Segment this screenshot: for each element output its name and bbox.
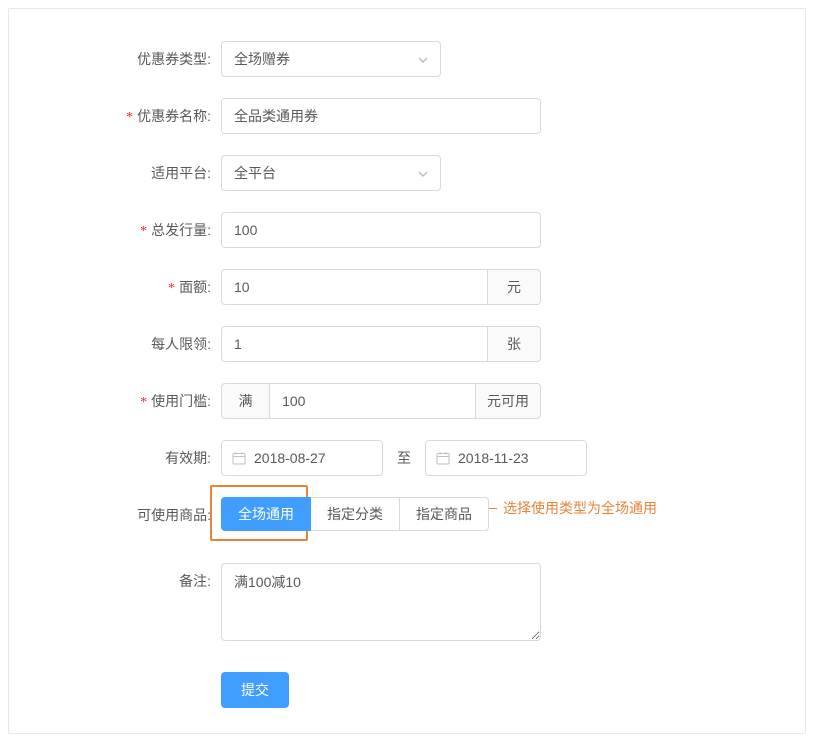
row-validity: 有效期: 2018-08-27 至 2018-11-23 [33,440,781,476]
group-threshold: 满 元可用 [221,383,541,419]
date-end-input[interactable]: 2018-11-23 [425,440,587,476]
addon-yuankeyong: 元可用 [475,383,541,419]
date-end-value: 2018-11-23 [458,450,529,466]
submit-button[interactable]: 提交 [221,672,289,708]
row-threshold: *使用门槛: 满 元可用 [33,383,781,419]
select-value: 全平台 [234,163,276,183]
date-start-input[interactable]: 2018-08-27 [221,440,383,476]
row-limit: 每人限领: 张 [33,326,781,362]
annotation-text: 选择使用类型为全场通用 [503,498,657,518]
required-star: * [168,281,175,296]
select-platform[interactable]: 全平台 [221,155,441,191]
textarea-remark[interactable] [221,563,541,641]
row-platform: 适用平台: 全平台 [33,155,781,191]
label-threshold: *使用门槛: [33,383,221,411]
label-platform: 适用平台: [33,155,221,183]
row-total-issue: *总发行量: [33,212,781,248]
label-coupon-type: 优惠券类型: [33,41,221,69]
label-limit: 每人限领: [33,326,221,354]
group-limit: 张 [221,326,541,362]
label-remark: 备注: [33,563,221,591]
input-limit[interactable] [221,326,487,362]
select-coupon-type[interactable]: 全场赠券 [221,41,441,77]
addon-man: 满 [221,383,269,419]
label-total-issue: *总发行量: [33,212,221,240]
addon-zhang: 张 [487,326,541,362]
required-star: * [140,224,147,239]
date-range: 2018-08-27 至 2018-11-23 [221,440,587,476]
label-coupon-name: *优惠券名称: [33,98,221,126]
row-submit: 提交 [33,672,781,708]
chevron-down-icon [418,52,428,66]
row-denomination: *面额: 元 [33,269,781,305]
calendar-icon [436,451,450,465]
row-usable-goods: 可使用商品: 全场通用 指定分类 指定商品 [33,497,781,531]
row-coupon-type: 优惠券类型: 全场赠券 [33,41,781,77]
label-usable-goods: 可使用商品: [33,497,221,525]
tab-category[interactable]: 指定分类 [311,497,400,531]
group-denomination: 元 [221,269,541,305]
label-validity: 有效期: [33,440,221,468]
date-start-value: 2018-08-27 [254,450,326,466]
required-star: * [140,395,147,410]
tab-all[interactable]: 全场通用 [221,497,311,531]
addon-yuan: 元 [487,269,541,305]
label-denomination: *面额: [33,269,221,297]
form-card: 优惠券类型: 全场赠券 *优惠券名称: 适用平台: 全平台 [8,8,806,734]
tab-product[interactable]: 指定商品 [400,497,489,531]
required-star: * [126,110,133,125]
row-coupon-name: *优惠券名称: [33,98,781,134]
tab-group-usage: 全场通用 指定分类 指定商品 [221,497,489,531]
select-value: 全场赠券 [234,49,290,69]
input-threshold[interactable] [269,383,475,419]
input-total-issue[interactable] [221,212,541,248]
row-remark: 备注: [33,563,781,644]
date-separator: 至 [397,448,411,468]
input-denomination[interactable] [221,269,487,305]
input-coupon-name[interactable] [221,98,541,134]
calendar-icon [232,451,246,465]
chevron-down-icon [418,166,428,180]
